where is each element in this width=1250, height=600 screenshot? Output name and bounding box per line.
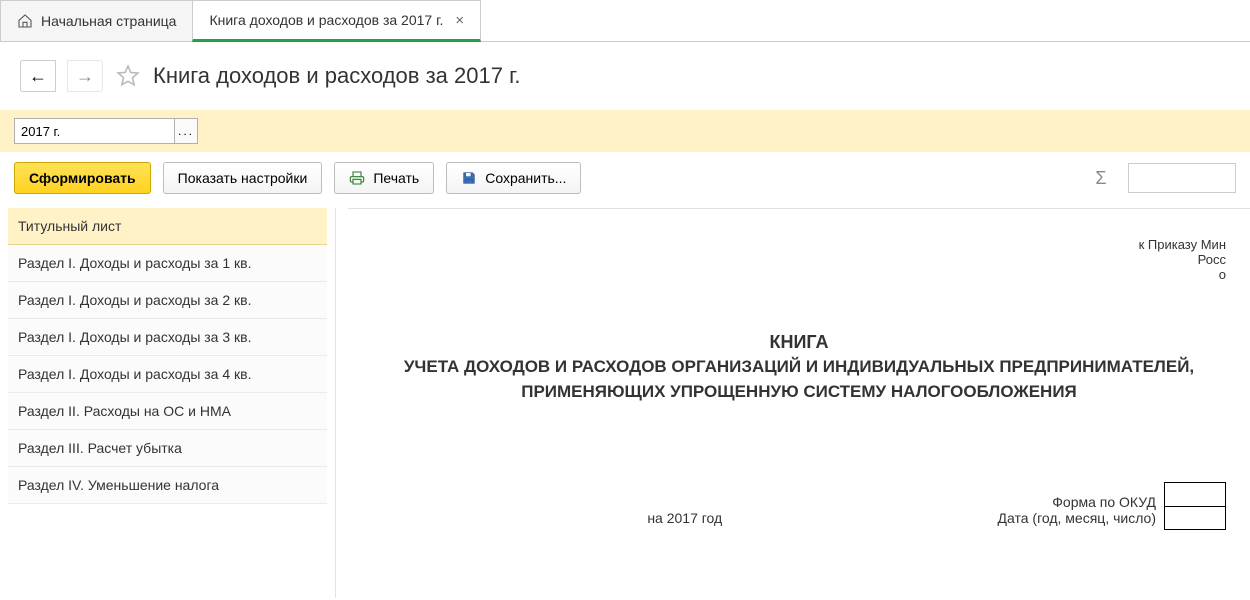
sidebar-item-section1-q4[interactable]: Раздел I. Доходы и расходы за 4 кв.	[8, 356, 327, 393]
sidebar-item-section1-q2[interactable]: Раздел I. Доходы и расходы за 2 кв.	[8, 282, 327, 319]
sidebar-item-section1-q1[interactable]: Раздел I. Доходы и расходы за 1 кв.	[8, 245, 327, 282]
period-input[interactable]	[14, 118, 174, 144]
sidebar-item-section2[interactable]: Раздел II. Расходы на ОС и НМА	[8, 393, 327, 430]
show-settings-button[interactable]: Показать настройки	[163, 162, 323, 194]
arrow-left-icon: ←	[29, 67, 47, 85]
arrow-right-icon: →	[76, 67, 94, 85]
tab-home[interactable]: Начальная страница	[0, 0, 193, 41]
title-row: ← → Книга доходов и расходов за 2017 г.	[0, 42, 1250, 110]
home-icon	[17, 13, 33, 29]
save-button[interactable]: Сохранить...	[446, 162, 581, 194]
codes-box	[1164, 482, 1226, 530]
tab-home-label: Начальная страница	[41, 13, 176, 29]
sidebar-item-section1-q3[interactable]: Раздел I. Доходы и расходы за 3 кв.	[8, 319, 327, 356]
sum-button[interactable]: Σ	[1086, 163, 1116, 193]
save-icon	[461, 170, 477, 186]
annex-line-3: о	[372, 267, 1226, 282]
toolbar: Сформировать Показать настройки Печать С…	[0, 152, 1250, 208]
annex-line-1: к Приказу Мин	[372, 237, 1226, 252]
save-label: Сохранить...	[485, 170, 566, 186]
doc-form-okud: Форма по ОКУД	[998, 494, 1156, 510]
tab-strip: Начальная страница Книга доходов и расхо…	[0, 0, 1250, 42]
doc-footer-row: на 2017 год Форма по ОКУД Дата (год, мес…	[372, 494, 1156, 526]
printer-icon	[349, 170, 365, 186]
doc-heading-main: КНИГА	[372, 332, 1226, 353]
doc-date-line: Дата (год, месяц, число)	[998, 510, 1156, 526]
annex-block: к Приказу Мин Росс о	[372, 237, 1226, 282]
search-input[interactable]	[1128, 163, 1236, 193]
sidebar-item-title-page[interactable]: Титульный лист	[8, 208, 327, 245]
param-bar: ...	[0, 110, 1250, 152]
doc-heading-sub: УЧЕТА ДОХОДОВ И РАСХОДОВ ОРГАНИЗАЦИЙ И И…	[372, 355, 1226, 404]
tab-active-label: Книга доходов и расходов за 2017 г.	[209, 12, 443, 28]
period-picker-button[interactable]: ...	[174, 118, 198, 144]
section-sidebar: Титульный лист Раздел I. Доходы и расход…	[0, 208, 336, 598]
sidebar-item-section4[interactable]: Раздел IV. Уменьшение налога	[8, 467, 327, 504]
tab-active[interactable]: Книга доходов и расходов за 2017 г. ×	[192, 0, 481, 42]
print-button[interactable]: Печать	[334, 162, 434, 194]
favorite-star-icon[interactable]	[115, 63, 141, 89]
close-icon[interactable]: ×	[455, 12, 464, 29]
document-preview[interactable]: к Приказу Мин Росс о КНИГА УЧЕТА ДОХОДОВ…	[348, 208, 1250, 598]
doc-year-line: на 2017 год	[372, 510, 998, 526]
annex-line-2: Росс	[372, 252, 1226, 267]
sidebar-item-section3[interactable]: Раздел III. Расчет убытка	[8, 430, 327, 467]
nav-forward-button[interactable]: →	[67, 60, 103, 92]
page-title: Книга доходов и расходов за 2017 г.	[153, 63, 521, 89]
generate-button[interactable]: Сформировать	[14, 162, 151, 194]
content-area: Титульный лист Раздел I. Доходы и расход…	[0, 208, 1250, 598]
print-label: Печать	[373, 170, 419, 186]
nav-back-button[interactable]: ←	[20, 60, 56, 92]
